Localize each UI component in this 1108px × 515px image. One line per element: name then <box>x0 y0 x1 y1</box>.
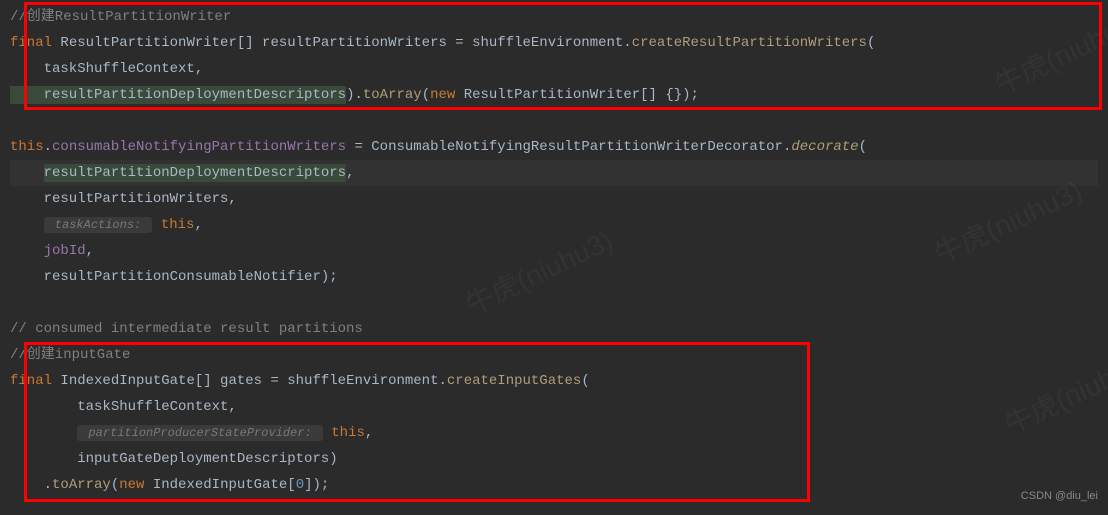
code-line: //创建ResultPartitionWriter <box>10 4 1098 30</box>
code-line: resultPartitionWriters, <box>10 186 1098 212</box>
blank-line <box>10 290 1098 316</box>
code-line: taskShuffleContext, <box>10 56 1098 82</box>
code-line: taskShuffleContext, <box>10 394 1098 420</box>
code-line: resultPartitionDeploymentDescriptors).to… <box>10 82 1098 108</box>
comment-text: //创建inputGate <box>10 347 130 363</box>
param-hint: partitionProducerStateProvider: <box>77 425 323 441</box>
attribution-text: CSDN @diu_lei <box>1021 483 1098 509</box>
code-line: jobId, <box>10 238 1098 264</box>
code-editor-area[interactable]: //创建ResultPartitionWriter final ResultPa… <box>10 4 1098 498</box>
code-line: final IndexedInputGate[] gates = shuffle… <box>10 368 1098 394</box>
code-line: final ResultPartitionWriter[] resultPart… <box>10 30 1098 56</box>
code-line: inputGateDeploymentDescriptors) <box>10 446 1098 472</box>
comment-text: //创建ResultPartitionWriter <box>10 9 231 25</box>
code-line-current: resultPartitionDeploymentDescriptors, <box>10 160 1098 186</box>
comment-text: // consumed intermediate result partitio… <box>10 321 363 337</box>
code-line: //创建inputGate <box>10 342 1098 368</box>
code-line: this.consumableNotifyingPartitionWriters… <box>10 134 1098 160</box>
code-line: // consumed intermediate result partitio… <box>10 316 1098 342</box>
code-line: taskActions: this, <box>10 212 1098 238</box>
code-line: resultPartitionConsumableNotifier); <box>10 264 1098 290</box>
code-line: partitionProducerStateProvider: this, <box>10 420 1098 446</box>
code-line: .toArray(new IndexedInputGate[0]); <box>10 472 1098 498</box>
param-hint: taskActions: <box>44 217 153 233</box>
blank-line <box>10 108 1098 134</box>
